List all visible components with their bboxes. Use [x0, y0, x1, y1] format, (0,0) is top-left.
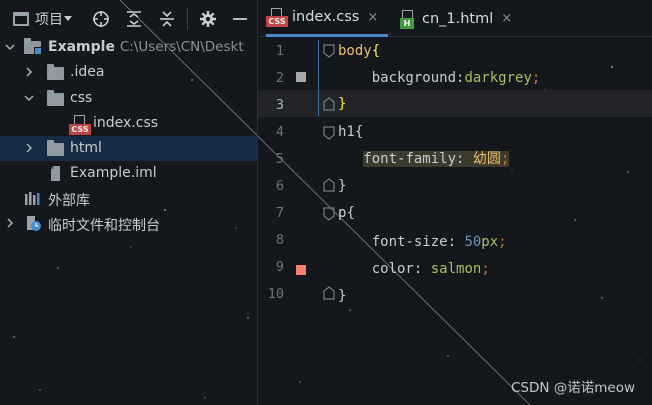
tree-item-label: Example.iml	[70, 165, 157, 181]
code-editor: CSS index.css × H cn_1.html × 1 2 3 4 5	[258, 0, 652, 405]
toolbar-separator	[187, 8, 188, 30]
folder-icon	[47, 140, 65, 157]
code-line-9[interactable]: color: salmon;	[338, 256, 490, 283]
project-path: C:\Users\CN\Deskt	[119, 39, 244, 55]
close-icon[interactable]: ×	[501, 11, 512, 26]
tree-item-example-iml[interactable]: Example.iml	[0, 161, 257, 186]
library-icon	[24, 190, 42, 207]
tree-item-label: Example C:\Users\CN\Deskt	[48, 39, 244, 55]
chevron-right-icon[interactable]	[4, 217, 16, 229]
minimize-icon[interactable]	[230, 9, 250, 29]
folder-icon	[47, 64, 65, 81]
chevron-right-icon[interactable]	[23, 66, 35, 78]
fold-markers	[323, 44, 335, 300]
tree-item-example[interactable]: Example C:\Users\CN\Deskt	[0, 35, 257, 60]
crosshair-icon[interactable]	[91, 9, 111, 29]
ide-window: 项目 Example C:\Users\CN\Deskt .idea css C…	[0, 0, 652, 405]
tree-item-label: .idea	[70, 64, 105, 80]
tree-item-label: html	[70, 140, 102, 156]
html-file-icon: H	[398, 9, 418, 29]
code-line-4[interactable]: h1{	[338, 119, 363, 146]
expand-all-icon[interactable]	[124, 9, 144, 29]
code-line-10[interactable]: }	[338, 283, 346, 310]
collapse-all-icon[interactable]	[157, 9, 177, 29]
code-line-3[interactable]: }	[338, 91, 346, 118]
chevron-down-icon[interactable]	[23, 92, 35, 104]
window-icon	[13, 11, 29, 26]
tree-item-idea[interactable]: .idea	[0, 60, 257, 85]
tree-item-label: css	[70, 90, 93, 106]
tree-item-index-css[interactable]: CSS index.css	[0, 111, 257, 136]
watermark: CSDN @诺诺meow	[510, 380, 635, 396]
code-line-1[interactable]: body{	[338, 38, 380, 65]
tree-item-css-folder[interactable]: css	[0, 86, 257, 111]
project-toolbar: 项目	[0, 0, 257, 37]
tree-item-scratches[interactable]: 临时文件和控制台	[0, 211, 257, 236]
code-line-5[interactable]: font-family: 幼圆;	[338, 146, 510, 173]
fold-open-icon	[323, 126, 335, 140]
scratch-icon	[24, 215, 42, 232]
tree-item-label: 临时文件和控制台	[48, 218, 160, 234]
tree-item-html-folder[interactable]: html	[0, 136, 257, 161]
fold-close-icon	[323, 286, 335, 300]
tab-label: cn_1.html	[422, 10, 494, 27]
code-line-6[interactable]: }	[338, 173, 346, 200]
tree-item-external-libraries[interactable]: 外部库	[0, 186, 257, 211]
iml-file-icon	[48, 165, 64, 182]
chevron-down-icon	[64, 16, 72, 21]
project-view-selector[interactable]: 项目	[13, 7, 72, 31]
chevron-down-icon[interactable]	[4, 41, 16, 53]
project-tool-window: 项目 Example C:\Users\CN\Deskt .idea css C…	[0, 0, 257, 405]
tab-cn-1-html[interactable]: H cn_1.html ×	[398, 0, 528, 37]
panel-divider[interactable]	[257, 0, 258, 405]
folder-icon	[47, 90, 65, 107]
css-file-icon: CSS	[69, 115, 91, 135]
fold-close-icon	[323, 178, 335, 192]
inspection-highlight: font-family: 幼圆;	[363, 151, 510, 167]
gear-icon[interactable]	[198, 9, 218, 29]
fold-open-icon	[323, 207, 335, 221]
close-icon[interactable]: ×	[367, 10, 378, 25]
chevron-right-icon[interactable]	[23, 142, 35, 154]
tree-item-label: 外部库	[48, 193, 90, 209]
code-line-2[interactable]: background:darkgrey;	[338, 65, 541, 92]
project-view-label: 项目	[35, 11, 63, 28]
module-folder-icon	[24, 38, 42, 56]
tree-item-label: index.css	[93, 115, 159, 131]
fold-open-icon	[323, 44, 335, 58]
fold-close-icon	[323, 97, 335, 111]
code-line-8[interactable]: font-size: 50px;	[338, 229, 507, 256]
code-line-7[interactable]: p{	[338, 200, 355, 227]
